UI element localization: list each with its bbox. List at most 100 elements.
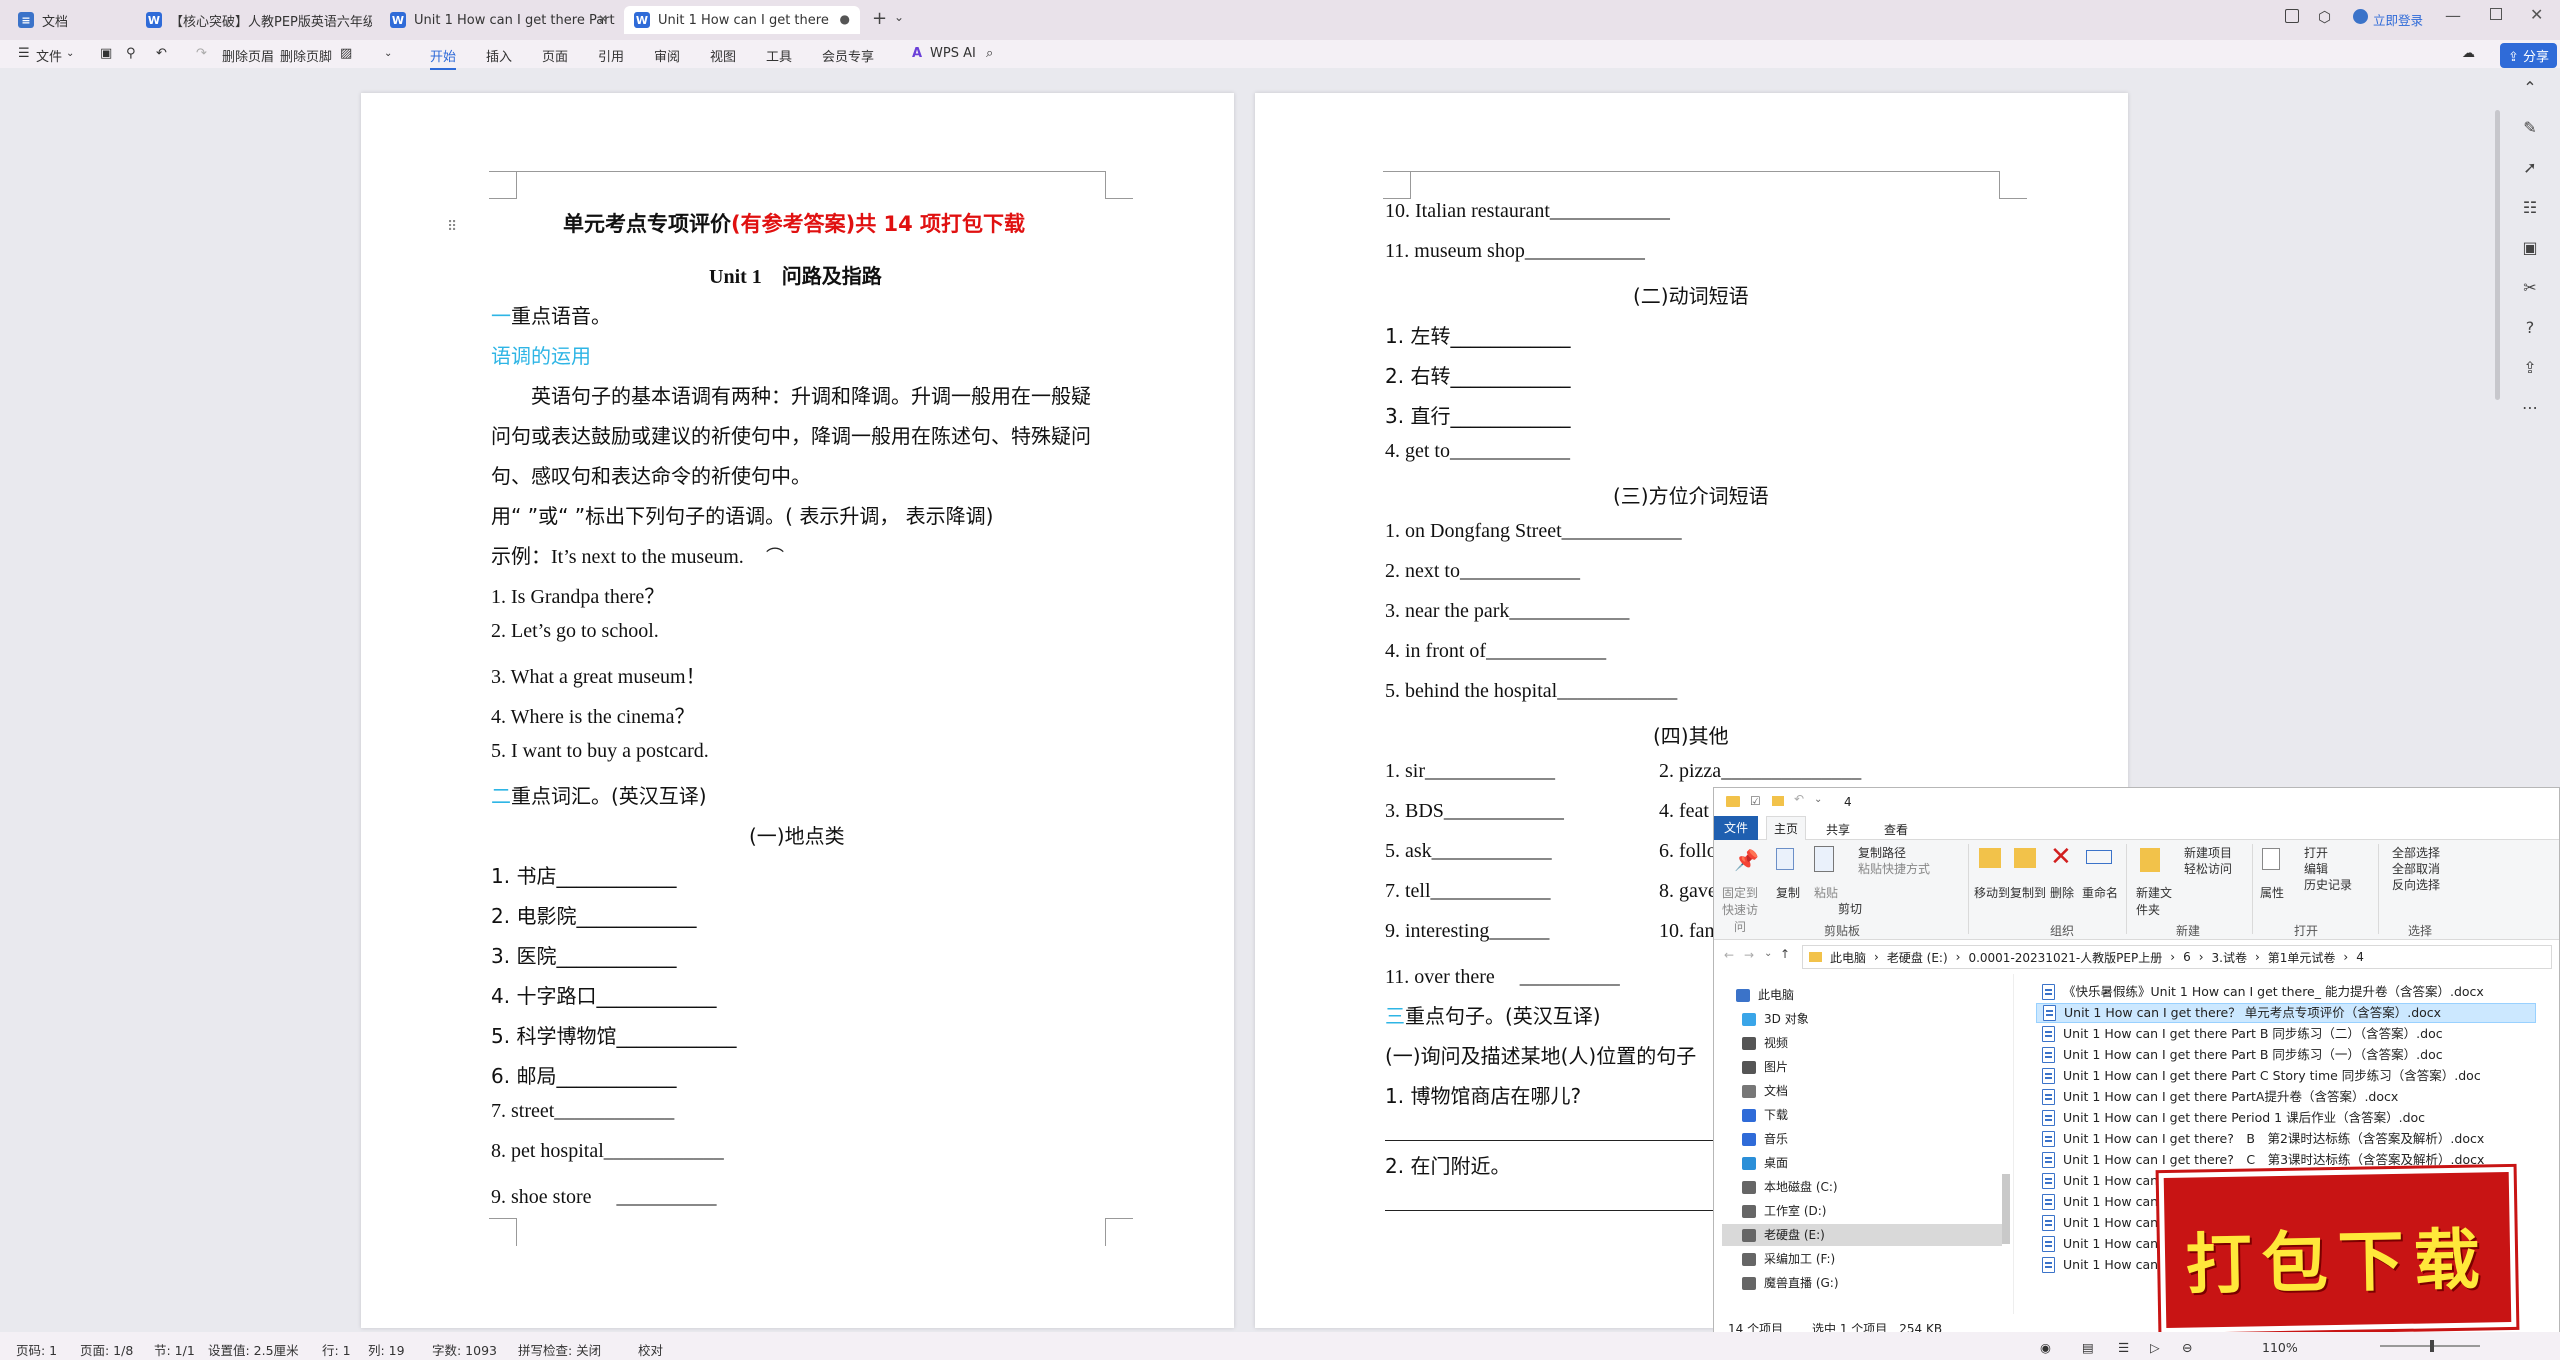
move-to-button[interactable]: 移动到 bbox=[1974, 884, 2010, 901]
file-row[interactable]: Unit 1 How can I get there Part B 同步练习（二… bbox=[2042, 1024, 2443, 1044]
spell-check[interactable]: 拼写检查: 关闭 bbox=[518, 1340, 601, 1359]
play-icon[interactable]: ▷ bbox=[2150, 1340, 2160, 1355]
help-icon[interactable]: ? bbox=[2515, 318, 2545, 342]
breadcrumb-item[interactable]: 第1单元试卷 bbox=[2268, 949, 2336, 966]
chevron-down-icon[interactable]: ⌄ bbox=[1814, 794, 1822, 805]
breadcrumb-item[interactable]: 0.0001-20231021-人教版PEP上册 bbox=[1968, 949, 2162, 966]
page-view-icon[interactable]: ▤ bbox=[2082, 1340, 2094, 1355]
ellipsis-icon[interactable]: ⋯ bbox=[2515, 398, 2545, 422]
drag-handle-icon[interactable]: ⠿ bbox=[447, 219, 457, 235]
ribbon-tab-view[interactable]: 查看 bbox=[1884, 821, 1908, 838]
tab-review[interactable]: 审阅 bbox=[654, 46, 680, 65]
back-arrow-icon[interactable]: ← bbox=[1724, 948, 1734, 962]
image-icon[interactable]: ▨ bbox=[340, 46, 352, 61]
breadcrumb-item[interactable]: 4 bbox=[2356, 950, 2364, 964]
minimize-button[interactable]: — bbox=[2445, 6, 2461, 25]
cube-icon[interactable]: ⬡ bbox=[2318, 8, 2331, 26]
word-count[interactable]: 字数: 1093 bbox=[432, 1340, 497, 1359]
tab-list-icon[interactable]: ⌄ bbox=[894, 10, 904, 24]
login-link[interactable]: 立即登录 bbox=[2373, 10, 2423, 29]
sliders-icon[interactable]: ☷ bbox=[2515, 198, 2545, 222]
search-icon[interactable]: ⌕ bbox=[986, 46, 993, 61]
vertical-scrollbar[interactable] bbox=[2495, 110, 2500, 400]
rename-button[interactable]: 重命名 bbox=[2082, 884, 2118, 901]
file-row[interactable]: Unit 1 How can I get there? B 第2课时达标练（含答… bbox=[2042, 1129, 2484, 1149]
tab-doc-3-active[interactable]: W Unit 1 How can I get there ● bbox=[624, 6, 860, 34]
tab-home[interactable]: 开始 bbox=[430, 46, 457, 70]
delete-header-button[interactable]: 删除页眉 bbox=[222, 46, 274, 65]
properties-icon[interactable]: ☑ bbox=[1750, 794, 1761, 808]
format-painter-icon[interactable]: ⚲ bbox=[126, 46, 136, 61]
wps-ai-button[interactable]: WPS AI bbox=[930, 46, 976, 61]
paste-button[interactable]: 粘贴 bbox=[1814, 884, 1838, 901]
breadcrumb[interactable]: 此电脑 › 老硬盘 (E:) › 0.0001-20231021-人教版PEP上册 ›… bbox=[1802, 945, 2552, 969]
file-row[interactable]: Unit 1 How can I get there Period 1 课后作业… bbox=[2042, 1108, 2425, 1128]
new-tab-button[interactable]: + bbox=[872, 8, 887, 29]
proofread[interactable]: 校对 bbox=[638, 1340, 663, 1359]
tab-member[interactable]: 会员专享 bbox=[822, 46, 874, 65]
properties-button[interactable]: 属性 bbox=[2260, 884, 2284, 901]
copy-to-button[interactable]: 复制到 bbox=[2010, 884, 2046, 901]
cloud-sync-icon[interactable]: ☁ bbox=[2462, 46, 2475, 61]
file-row-selected[interactable]: Unit 1 How can I get there？ 单元考点专项评价（含答案… bbox=[2036, 1003, 2536, 1023]
new-folder-button[interactable]: 新建文件夹 bbox=[2136, 884, 2172, 918]
forward-arrow-icon[interactable]: → bbox=[1744, 948, 1754, 962]
file-row[interactable]: Unit 1 How can I get there Part B 同步练习（一… bbox=[2042, 1045, 2443, 1065]
page-count[interactable]: 页面: 1/8 bbox=[80, 1340, 133, 1359]
copy-button[interactable]: 复制 bbox=[1776, 884, 1800, 901]
more-options-icon[interactable]: ⌃ bbox=[2515, 78, 2545, 102]
ribbon-tab-file[interactable]: 文件 bbox=[1714, 816, 1758, 840]
delete-footer-button[interactable]: 删除页脚 bbox=[280, 46, 332, 65]
breadcrumb-item[interactable]: 3.试卷 bbox=[2212, 949, 2247, 966]
tab-docs-home[interactable]: ≡ 文档 bbox=[8, 6, 128, 34]
tab-doc-2[interactable]: W Unit 1 How can I get there Part ✕ bbox=[380, 6, 616, 34]
file-row[interactable]: Unit 1 How can I get there Part C Story … bbox=[2042, 1066, 2481, 1086]
tab-tools[interactable]: 工具 bbox=[766, 46, 792, 65]
undo-icon[interactable]: ↶ bbox=[1794, 792, 1804, 806]
zoom-slider-thumb[interactable] bbox=[2430, 1340, 2434, 1352]
file-row[interactable]: Unit 1 How can I get there? C 第3课时达标练（含答… bbox=[2042, 1150, 2484, 1170]
save-icon[interactable]: ▣ bbox=[100, 46, 112, 61]
hamburger-icon[interactable]: ☰ bbox=[18, 46, 30, 61]
paste-shortcut-button[interactable]: 粘贴快捷方式 bbox=[1858, 860, 1930, 877]
file-row[interactable]: Unit 1 How can I get there PartA提升卷（含答案）… bbox=[2042, 1087, 2398, 1107]
image-edit-icon[interactable]: ▣ bbox=[2515, 238, 2545, 262]
tab-doc-1[interactable]: W 【核心突破】人教PEP版英语六年级上 bbox=[136, 6, 372, 34]
file-menu[interactable]: 文件 bbox=[36, 46, 62, 65]
breadcrumb-item[interactable]: 老硬盘 (E:) bbox=[1887, 949, 1948, 966]
zoom-level[interactable]: 110% bbox=[2262, 1340, 2298, 1355]
tab-insert[interactable]: 插入 bbox=[486, 46, 512, 65]
tab-page[interactable]: 页面 bbox=[542, 46, 568, 65]
history-button[interactable]: 历史记录 bbox=[2304, 876, 2352, 893]
easy-access-button[interactable]: 轻松访问 bbox=[2184, 860, 2232, 877]
close-icon[interactable]: ✕ bbox=[598, 12, 608, 26]
ribbon-tab-home[interactable]: 主页 bbox=[1766, 816, 1806, 841]
open-button[interactable]: 打开 bbox=[2304, 844, 2328, 861]
breadcrumb-item[interactable]: 6 bbox=[2183, 950, 2191, 964]
tab-references[interactable]: 引用 bbox=[598, 46, 624, 65]
restore-button[interactable] bbox=[2490, 8, 2502, 20]
up-arrow-icon[interactable]: ↑ bbox=[1780, 947, 1790, 961]
breadcrumb-item[interactable]: 此电脑 bbox=[1830, 949, 1866, 966]
share-icon[interactable]: ⇪ bbox=[2515, 358, 2545, 382]
ribbon-tab-share[interactable]: 共享 bbox=[1826, 821, 1850, 838]
edit-button[interactable]: 编辑 bbox=[2304, 860, 2328, 877]
tab-view[interactable]: 视图 bbox=[710, 46, 736, 65]
copy-path-button[interactable]: 复制路径 bbox=[1858, 844, 1906, 861]
cursor-icon[interactable]: ➚ bbox=[2515, 158, 2545, 182]
new-item-button[interactable]: 新建项目 bbox=[2184, 844, 2232, 861]
share-button[interactable]: ⇪ 分享 bbox=[2500, 43, 2558, 68]
avatar[interactable] bbox=[2353, 9, 2368, 24]
redo-icon[interactable]: ↷ bbox=[196, 46, 207, 61]
delete-button[interactable]: 删除 bbox=[2050, 884, 2074, 901]
select-none-button[interactable]: 全部取消 bbox=[2392, 860, 2440, 877]
eye-icon[interactable]: ◉ bbox=[2040, 1340, 2051, 1355]
window-layout-icon[interactable] bbox=[2285, 9, 2299, 23]
cut-button[interactable]: 剪切 bbox=[1838, 900, 1862, 917]
select-all-button[interactable]: 全部选择 bbox=[2392, 844, 2440, 861]
unsaved-dot-icon[interactable]: ● bbox=[840, 12, 850, 26]
pen-icon[interactable]: ✎ bbox=[2515, 118, 2545, 142]
recent-chevron-icon[interactable]: ⌄ bbox=[1764, 948, 1772, 959]
zoom-out-icon[interactable]: ⊖ bbox=[2182, 1340, 2192, 1355]
pin-button[interactable]: 固定到快速访问 bbox=[1720, 884, 1760, 935]
